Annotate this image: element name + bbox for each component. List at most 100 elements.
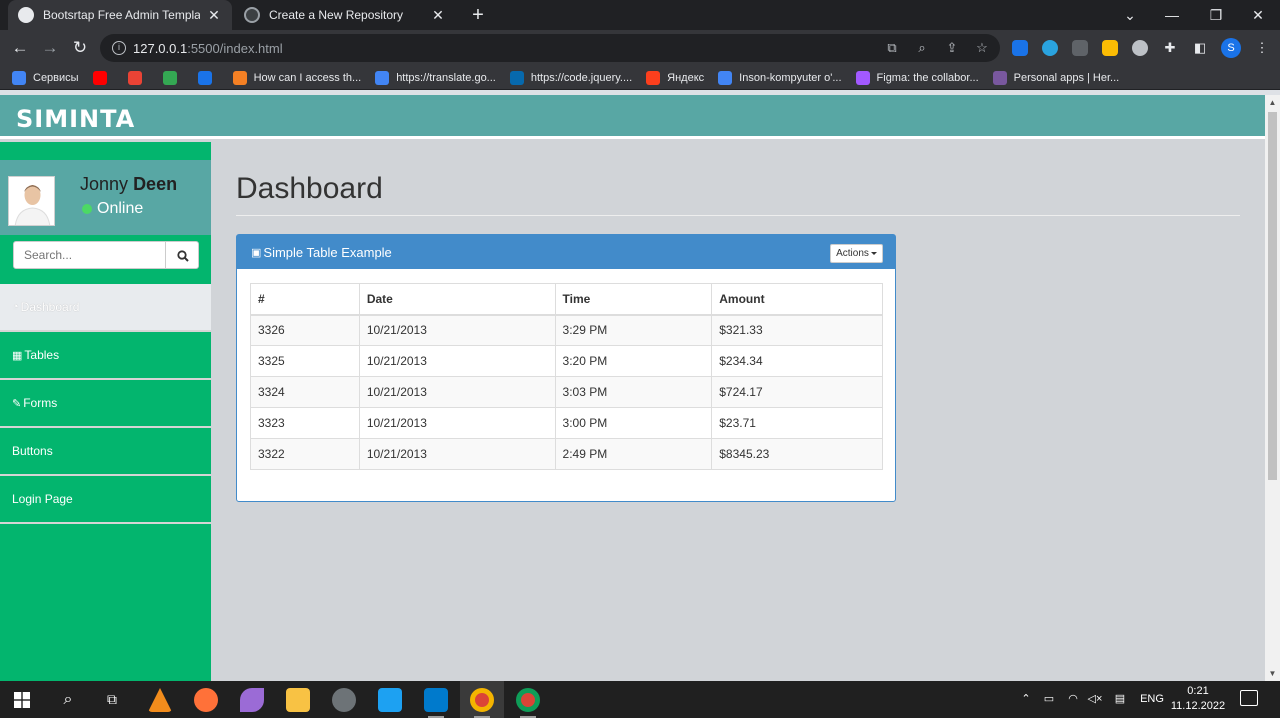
vscode-icon[interactable] (424, 688, 448, 712)
translate-icon[interactable]: ⧉ (884, 40, 900, 56)
search-icon (176, 249, 189, 262)
table-cell: $23.71 (711, 407, 883, 439)
table-cell: 10/21/2013 (358, 376, 556, 408)
bookmark-item[interactable]: Figma: the collabor... (855, 70, 979, 85)
zoom-icon[interactable]: ⌕ (914, 40, 930, 56)
table-cell: 3322 (250, 438, 360, 470)
bookmark-item[interactable] (197, 70, 219, 85)
sidebar-item-forms[interactable]: ✎ Forms (0, 380, 211, 428)
bookmarks-bar: Сервисы How can I access th... https://t… (0, 66, 1280, 90)
page-title: Dashboard (236, 172, 383, 205)
top-navbar: SIMINTA (0, 95, 1265, 139)
clock-time: 0:21 (1187, 685, 1209, 697)
browser-tab-active[interactable]: Bootsrtap Free Admin Template - ✕ (8, 0, 232, 30)
page-scrollbar[interactable]: ▲ ▼ (1265, 95, 1280, 681)
avatar (8, 176, 55, 226)
menu-kebab-icon[interactable]: ⋮ (1254, 40, 1270, 56)
table-cell: 3326 (250, 314, 360, 346)
firefox-icon[interactable] (194, 688, 218, 712)
youtube-icon (92, 70, 107, 85)
scroll-up-icon[interactable]: ▲ (1265, 95, 1280, 110)
tab-search-icon[interactable]: ⌄ (1108, 0, 1152, 30)
side-panel-icon[interactable]: ◧ (1192, 40, 1208, 56)
keyboard-icon[interactable]: ▤ (1108, 681, 1132, 718)
table-cell: 10/21/2013 (358, 407, 556, 439)
telegram-icon[interactable] (1042, 40, 1058, 56)
actions-dropdown-button[interactable]: Actions (830, 244, 883, 263)
chrome-icon[interactable] (516, 688, 540, 712)
minimize-button[interactable]: — (1150, 0, 1194, 30)
site-info-icon[interactable]: i (112, 41, 126, 55)
bookmark-item[interactable]: Яндекс (646, 70, 704, 85)
forward-button[interactable]: → (38, 36, 62, 60)
search-input[interactable] (14, 242, 166, 268)
chevron-up-icon[interactable]: ⌃ (1018, 681, 1034, 718)
table-icon: ▦ (12, 349, 23, 362)
disc-app-icon[interactable] (332, 688, 356, 712)
battery-icon[interactable]: ▭ (1040, 681, 1058, 718)
share-icon[interactable]: ⇪ (944, 40, 960, 56)
system-clock[interactable]: 0:21 11.12.2022 (1168, 684, 1228, 714)
utility-app-icon[interactable] (378, 688, 402, 712)
user-avatar-icon (9, 177, 54, 225)
bookmark-item[interactable]: https://code.jquery.... (509, 70, 632, 85)
reload-button[interactable]: ↻ (68, 36, 92, 60)
table-cell: 10/21/2013 (358, 345, 556, 377)
search-taskbar-icon[interactable]: ⌕ (56, 681, 80, 718)
sidebar-item-dashboard[interactable]: ◔ Dashboard (0, 284, 211, 332)
feather-app-icon[interactable] (240, 688, 264, 712)
file-explorer-icon[interactable] (286, 688, 310, 712)
bookmark-item[interactable]: How can I access th... (232, 70, 361, 85)
bookmark-item[interactable] (127, 70, 149, 85)
github-icon (244, 7, 260, 23)
table-row: 3322 10/21/2013 2:49 PM $8345.23 (250, 438, 883, 470)
sidebar-item-login-page[interactable]: Login Page (0, 476, 211, 524)
wifi-icon[interactable]: ◠ (1064, 681, 1082, 718)
bookmark-item[interactable]: Сервисы (12, 70, 79, 85)
figma-icon (855, 70, 870, 85)
language-indicator[interactable]: ENG (1138, 681, 1166, 718)
table-cell: 3323 (250, 407, 360, 439)
sidebar-item-tables[interactable]: ▦ Tables (0, 332, 211, 380)
vlc-icon[interactable] (148, 688, 172, 712)
bookmark-item[interactable] (162, 70, 184, 85)
google-translate-icon (375, 70, 390, 85)
rocket-extension-icon[interactable] (1072, 40, 1088, 56)
scroll-thumb[interactable] (1268, 112, 1277, 480)
panel-heading: ▣ Simple Table Example Actions (237, 235, 895, 269)
profile-avatar[interactable]: S (1221, 38, 1241, 58)
browser-tab-inactive[interactable]: Create a New Repository ✕ (234, 0, 456, 30)
bookmark-item[interactable] (92, 70, 114, 85)
sidebar-item-buttons[interactable]: Buttons (0, 428, 211, 476)
notification-icon[interactable] (1240, 690, 1258, 706)
colorful-extension-icon[interactable] (1102, 40, 1118, 56)
browser-tab-strip: Bootsrtap Free Admin Template - ✕ Create… (0, 0, 1280, 30)
close-window-button[interactable]: ✕ (1236, 0, 1280, 30)
chrome-profile-icon[interactable] (470, 688, 494, 712)
bookmark-item[interactable]: https://translate.go... (375, 70, 496, 85)
extension-badge-icon[interactable] (1132, 40, 1148, 56)
extensions-puzzle-icon[interactable]: ✚ (1162, 40, 1178, 56)
favicon-icon (18, 7, 34, 23)
table-cell: 3:20 PM (554, 345, 713, 377)
translate-extension-icon[interactable] (1012, 40, 1028, 56)
search-button[interactable] (167, 242, 198, 268)
brand-logo[interactable]: SIMINTA (16, 105, 135, 133)
windows-start-icon[interactable] (14, 692, 30, 708)
bookmark-item[interactable]: Inson-kompyuter o'... (718, 70, 842, 85)
restore-button[interactable]: ❐ (1194, 0, 1238, 30)
back-button[interactable]: ← (8, 36, 32, 60)
bookmark-item[interactable]: Personal apps | Her... (992, 70, 1119, 85)
bookmark-star-icon[interactable]: ☆ (974, 40, 990, 56)
task-view-icon[interactable]: ⧉ (100, 681, 124, 718)
table-cell: 10/21/2013 (358, 314, 556, 346)
close-tab-icon[interactable]: ✕ (206, 7, 222, 24)
table-row: 3325 10/21/2013 3:20 PM $234.34 (250, 345, 883, 377)
address-bar[interactable]: i 127.0.0.1:5500/index.html (100, 34, 1000, 62)
scroll-down-icon[interactable]: ▼ (1265, 666, 1280, 681)
close-tab-icon[interactable]: ✕ (430, 7, 446, 24)
tab-title: Bootsrtap Free Admin Template - (43, 8, 200, 22)
new-tab-button[interactable]: + (466, 3, 490, 27)
volume-muted-icon[interactable]: ◁× (1086, 681, 1104, 718)
table-cell: $234.34 (711, 345, 883, 377)
